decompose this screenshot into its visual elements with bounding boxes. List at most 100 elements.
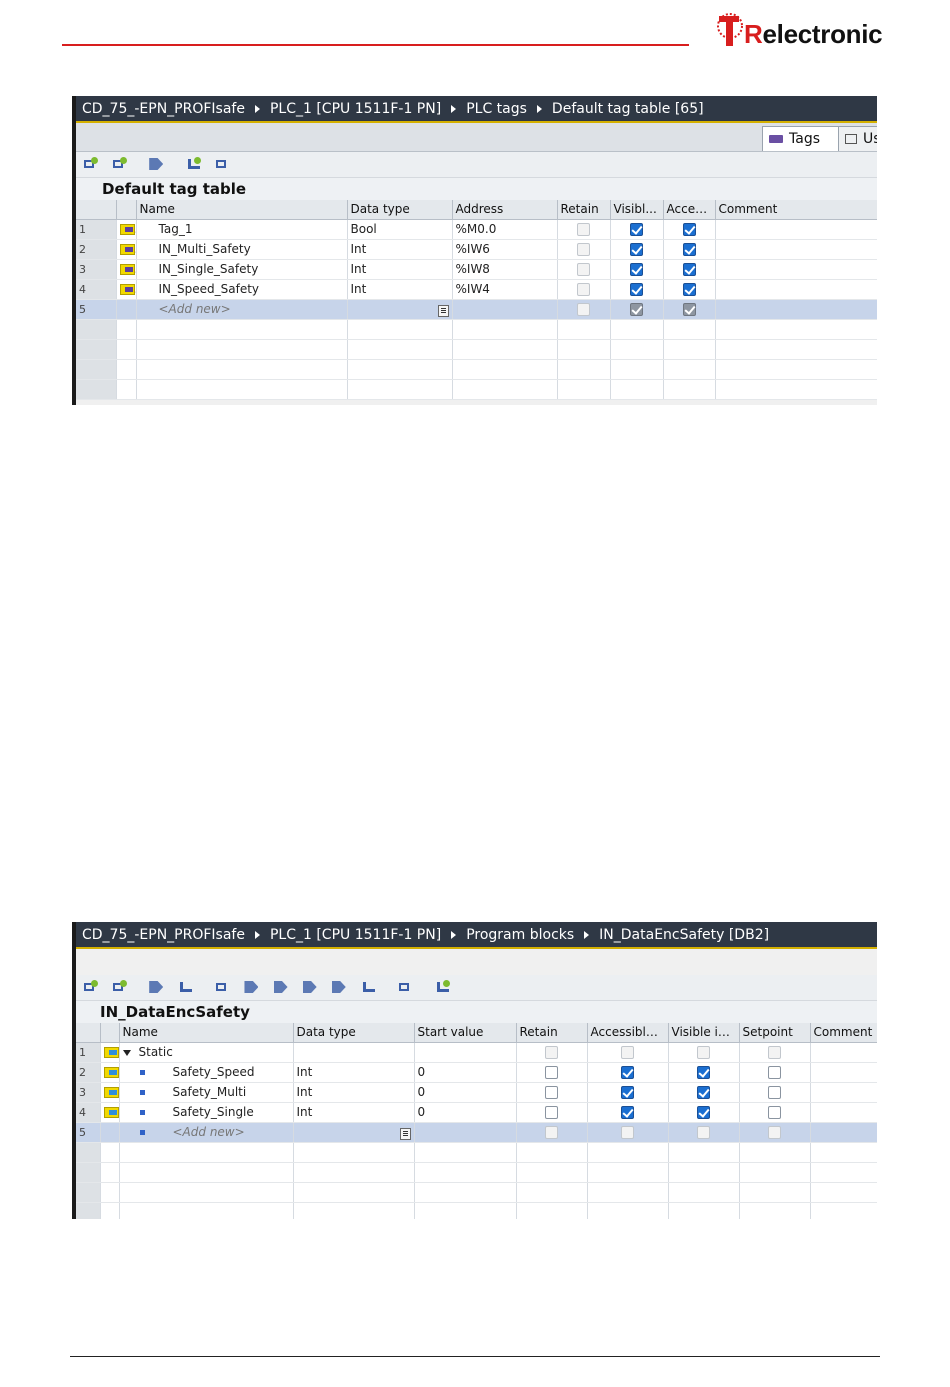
accessible-checkbox[interactable] xyxy=(682,223,696,236)
accessible-checkbox[interactable] xyxy=(621,1046,634,1059)
expand-all-button[interactable] xyxy=(148,979,166,995)
monitor-button[interactable] xyxy=(185,156,203,172)
retain-checkbox[interactable] xyxy=(577,283,590,296)
table-row-group[interactable]: 1 Static xyxy=(76,1042,877,1063)
group-name[interactable]: Static xyxy=(139,1045,173,1059)
column-header-visible[interactable]: Visible in ... xyxy=(668,1023,740,1043)
breadcrumb-item[interactable]: PLC_1 [CPU 1511F-1 PN] xyxy=(270,927,441,943)
visible-checkbox[interactable] xyxy=(697,1066,710,1079)
accessible-checkbox[interactable] xyxy=(621,1106,634,1119)
visible-checkbox[interactable] xyxy=(630,263,643,276)
table-row[interactable]: 4 Safety_Single Int 0 xyxy=(76,1102,877,1123)
accessible-checkbox[interactable] xyxy=(621,1126,634,1139)
setpoint-checkbox[interactable] xyxy=(768,1086,781,1099)
tag-address[interactable]: %IW6 xyxy=(452,239,558,260)
add-new-row[interactable]: 5 <Add new> xyxy=(76,299,877,320)
tag-address[interactable]: %M0.0 xyxy=(452,219,558,240)
tag-comment[interactable] xyxy=(715,219,877,240)
tag-comment[interactable] xyxy=(715,239,877,260)
variable-data-type[interactable]: Int xyxy=(293,1102,415,1123)
retain-checkbox[interactable] xyxy=(545,1066,558,1079)
tag-data-type[interactable]: Int xyxy=(347,259,453,280)
column-header-name[interactable]: Name xyxy=(136,200,348,220)
list-icon[interactable] xyxy=(399,1128,411,1140)
breadcrumb-item[interactable]: Default tag table [65] xyxy=(552,101,704,117)
add-new-row[interactable]: 5 <Add new> xyxy=(76,1122,877,1143)
list-icon[interactable] xyxy=(437,305,449,317)
column-header-data-type[interactable]: Data type xyxy=(347,200,453,220)
load-start-value-button[interactable] xyxy=(331,979,349,995)
tag-comment[interactable] xyxy=(715,259,877,280)
column-header-comment[interactable]: Comment xyxy=(810,1023,877,1043)
snapshot-button[interactable] xyxy=(214,979,232,995)
retain-checkbox[interactable] xyxy=(577,243,590,256)
monitor-all-button[interactable] xyxy=(434,979,452,995)
add-row-button[interactable] xyxy=(111,979,129,995)
visible-checkbox[interactable] xyxy=(630,223,643,236)
export-button[interactable] xyxy=(148,156,166,172)
column-header-visible[interactable]: Visibl... xyxy=(610,200,664,220)
settings-button[interactable] xyxy=(214,156,232,172)
breadcrumb-item[interactable]: Program blocks xyxy=(466,927,574,943)
visible-checkbox[interactable] xyxy=(630,283,643,296)
breadcrumb-item[interactable]: CD_75_-EPN_PROFIsafe xyxy=(82,101,245,117)
table-row[interactable]: 2 IN_Multi_Safety Int %IW6 xyxy=(76,239,877,260)
variable-name[interactable]: Safety_Multi xyxy=(145,1085,247,1099)
breadcrumb-item[interactable]: CD_75_-EPN_PROFIsafe xyxy=(82,927,245,943)
retain-checkbox[interactable] xyxy=(545,1086,558,1099)
tag-name[interactable]: Tag_1 xyxy=(136,219,348,240)
breadcrumb-item[interactable]: PLC tags xyxy=(466,101,527,117)
table-row[interactable]: 1 Tag_1 Bool %M0.0 xyxy=(76,219,877,240)
variable-name[interactable]: Safety_Single xyxy=(145,1105,254,1119)
accessible-checkbox[interactable] xyxy=(621,1086,634,1099)
setpoint-checkbox[interactable] xyxy=(768,1066,781,1079)
column-header-comment[interactable]: Comment xyxy=(715,200,877,220)
add-new-input[interactable]: <Add new> xyxy=(136,299,348,320)
tag-name[interactable]: IN_Single_Safety xyxy=(136,259,348,280)
retain-checkbox[interactable] xyxy=(577,223,590,236)
tag-data-type[interactable]: Int xyxy=(347,239,453,260)
accessible-checkbox[interactable] xyxy=(682,283,696,296)
tag-name[interactable]: IN_Multi_Safety xyxy=(136,239,348,260)
column-header-start-value[interactable]: Start value xyxy=(414,1023,517,1043)
accessible-checkbox[interactable] xyxy=(682,243,696,256)
monitor-button[interactable] xyxy=(397,979,415,995)
variable-name[interactable]: Safety_Speed xyxy=(145,1065,255,1079)
add-row-button[interactable] xyxy=(111,156,129,172)
retain-checkbox[interactable] xyxy=(545,1046,558,1059)
variable-start-value[interactable]: 0 xyxy=(414,1062,517,1083)
visible-checkbox[interactable] xyxy=(697,1086,710,1099)
column-header-retain[interactable]: Retain xyxy=(516,1023,588,1043)
setpoint-checkbox[interactable] xyxy=(768,1106,781,1119)
tag-comment[interactable] xyxy=(715,279,877,300)
start-value-button[interactable] xyxy=(302,979,320,995)
collapse-all-button[interactable] xyxy=(177,979,195,995)
visible-checkbox[interactable] xyxy=(697,1106,710,1119)
accessible-checkbox[interactable] xyxy=(682,303,696,316)
column-header-accessible[interactable]: Acces... xyxy=(663,200,716,220)
visible-checkbox[interactable] xyxy=(630,243,643,256)
insert-row-button[interactable] xyxy=(82,156,100,172)
tab-user-constants[interactable]: Us xyxy=(838,126,877,151)
tag-address[interactable]: %IW4 xyxy=(452,279,558,300)
column-header-address[interactable]: Address xyxy=(452,200,558,220)
column-header-setpoint[interactable]: Setpoint xyxy=(739,1023,811,1043)
tag-address[interactable]: %IW8 xyxy=(452,259,558,280)
breadcrumb-item[interactable]: IN_DataEncSafety [DB2] xyxy=(599,927,769,943)
retain-checkbox[interactable] xyxy=(577,263,590,276)
table-row[interactable]: 4 IN_Speed_Safety Int %IW4 xyxy=(76,279,877,300)
load-snapshot-button[interactable] xyxy=(273,979,291,995)
visible-checkbox[interactable] xyxy=(697,1126,710,1139)
tag-data-type[interactable]: Int xyxy=(347,279,453,300)
retain-checkbox[interactable] xyxy=(545,1126,558,1139)
retain-checkbox[interactable] xyxy=(577,303,590,316)
copy-snapshot-button[interactable] xyxy=(243,979,261,995)
variable-data-type[interactable]: Int xyxy=(293,1062,415,1083)
add-new-input[interactable]: <Add new> xyxy=(145,1125,245,1139)
column-header-accessible[interactable]: Accessible f... xyxy=(587,1023,669,1043)
column-header-data-type[interactable]: Data type xyxy=(293,1023,415,1043)
table-row[interactable]: 2 Safety_Speed Int 0 xyxy=(76,1062,877,1083)
setpoint-checkbox[interactable] xyxy=(768,1126,781,1139)
variable-data-type[interactable]: Int xyxy=(293,1082,415,1103)
breadcrumb-item[interactable]: PLC_1 [CPU 1511F-1 PN] xyxy=(270,101,441,117)
